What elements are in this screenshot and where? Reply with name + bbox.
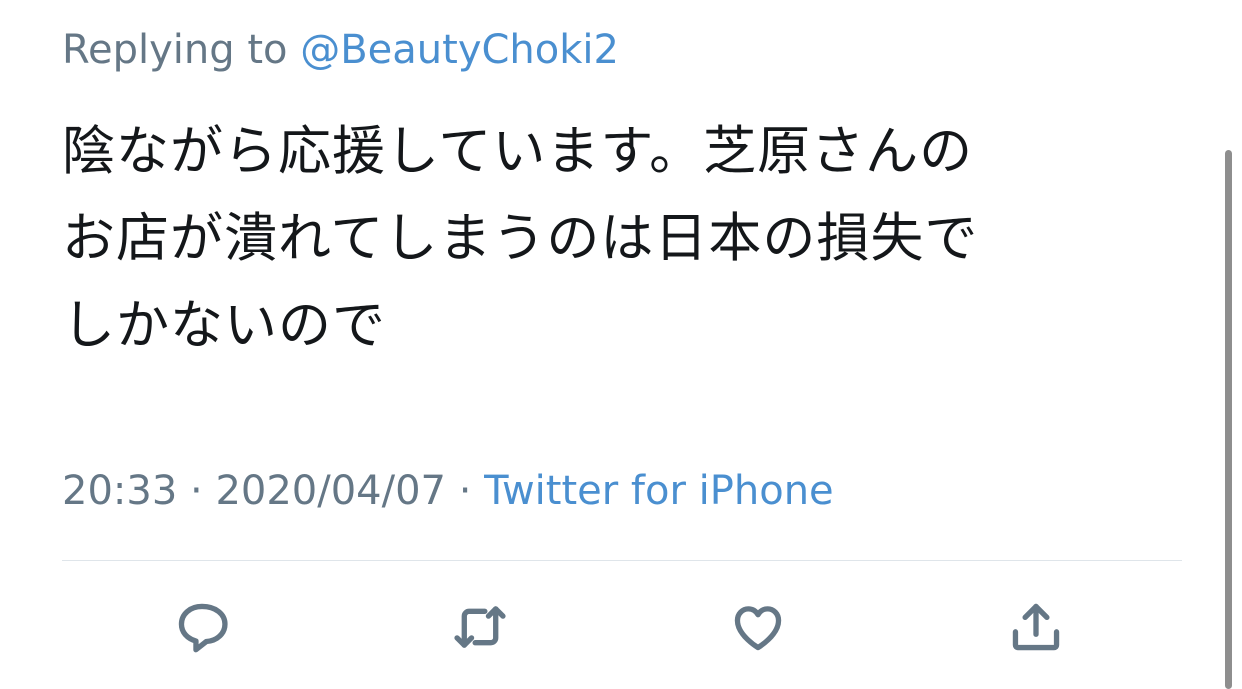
like-icon [734, 606, 782, 651]
tweet-date: 2020/04/07 [215, 468, 446, 514]
replying-to-line: Replying to @BeautyChoki2 [62, 24, 619, 76]
meta-separator: · [190, 468, 203, 514]
reply-button[interactable] [170, 595, 234, 659]
tweet-text: 陰ながら応援しています。芝原さんの お店が潰れてしまうのは日本の損失で しかない… [62, 108, 1172, 369]
retweet-button[interactable] [448, 595, 512, 659]
reply-handle-link[interactable]: @BeautyChoki2 [300, 27, 619, 73]
reply-icon [178, 603, 228, 653]
tweet-text-line: しかないので [62, 295, 386, 356]
tweet-text-line: 陰ながら応援しています。芝原さんの [62, 121, 974, 182]
like-button[interactable] [726, 595, 790, 659]
replying-to-label: Replying to [62, 27, 288, 73]
retweet-icon [454, 606, 506, 648]
tweet-time: 20:33 [62, 468, 178, 514]
meta-separator: · [458, 468, 472, 514]
tweet-actions [0, 595, 1242, 665]
tweet-detail: Replying to @BeautyChoki2 陰ながら応援しています。芝原… [0, 0, 1242, 689]
tweet-source-link[interactable]: Twitter for iPhone [484, 468, 834, 514]
tweet-meta: 20:33 · 2020/04/07 · Twitter for iPhone [62, 465, 834, 517]
tweet-text-line: お店が潰れてしまうのは日本の損失で [62, 208, 979, 269]
share-button[interactable] [1004, 595, 1068, 659]
share-icon [1012, 603, 1060, 651]
divider [62, 560, 1182, 561]
scrollbar[interactable] [1225, 150, 1232, 689]
